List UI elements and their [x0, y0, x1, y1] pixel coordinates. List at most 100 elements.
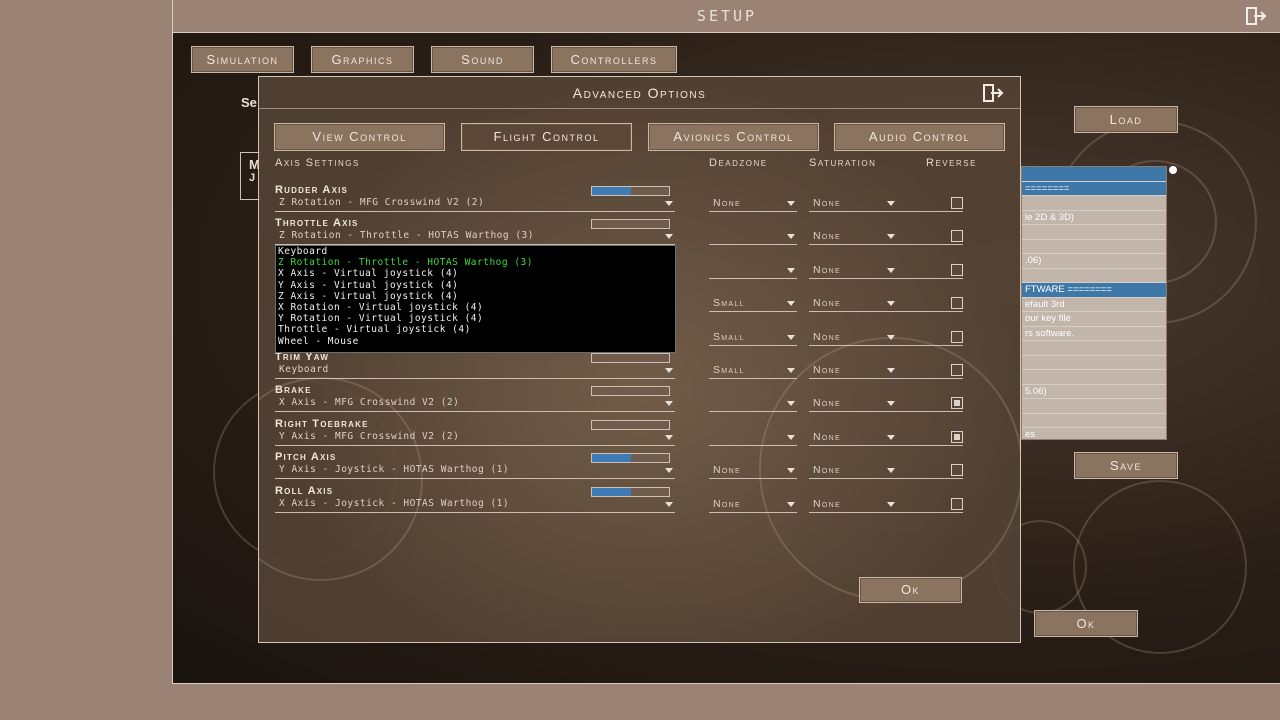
saturation-select[interactable]: None [809, 464, 897, 480]
load-button[interactable]: Load [1074, 106, 1178, 133]
exit-door-icon[interactable] [1245, 6, 1267, 26]
axis-binding-select[interactable]: X Axis - MFG Crosswind V2 (2) [275, 397, 675, 413]
reverse-checkbox[interactable] [951, 263, 963, 276]
tab-flight-control[interactable]: Flight Control [461, 123, 632, 151]
list-item[interactable] [1022, 269, 1166, 283]
list-item[interactable] [1022, 167, 1166, 182]
chevron-down-icon [887, 368, 895, 373]
dropdown-option[interactable]: X Axis - Virtual joystick (4) [276, 268, 675, 279]
exit-door-icon[interactable] [982, 83, 1004, 103]
divider [897, 211, 963, 212]
axis-position-bar [591, 486, 670, 497]
chevron-down-icon [665, 368, 673, 373]
axis-binding-value: Z Rotation - MFG Crosswind V2 (2) [279, 197, 485, 208]
deadzone-select[interactable] [709, 431, 797, 446]
reverse-checkbox[interactable] [951, 230, 963, 243]
deadzone-select[interactable]: None [709, 464, 797, 480]
tab-sound[interactable]: Sound [431, 46, 534, 73]
list-item[interactable]: ======== [1022, 181, 1166, 196]
list-item[interactable]: .06) [1022, 254, 1166, 269]
axis-binding-select[interactable]: Y Axis - Joystick - HOTAS Warthog (1) [275, 464, 675, 480]
chevron-down-icon [665, 201, 673, 206]
list-item[interactable] [1022, 225, 1166, 240]
dropdown-option[interactable]: Z Axis - Virtual joystick (4) [276, 291, 675, 302]
axis-binding-select[interactable]: Keyboard [275, 364, 675, 379]
saturation-select[interactable]: None [809, 264, 897, 279]
axis-binding-select[interactable]: X Axis - Joystick - HOTAS Warthog (1) [275, 498, 675, 513]
axis-binding-select[interactable]: Z Rotation - Throttle - HOTAS Warthog (3… [275, 230, 675, 246]
saturation-select[interactable]: None [809, 364, 897, 379]
deadzone-select[interactable] [709, 397, 797, 413]
axis-binding-select[interactable]: Z Rotation - MFG Crosswind V2 (2) [275, 197, 675, 212]
saturation-select[interactable]: None [809, 431, 897, 446]
list-item[interactable]: FTWARE ======== [1022, 283, 1166, 298]
deadzone-select[interactable] [709, 264, 797, 279]
dropdown-option[interactable]: X Rotation - Virtual joystick (4) [276, 302, 675, 313]
scrollbar-handle[interactable] [1169, 166, 1177, 174]
chevron-down-icon [787, 267, 795, 273]
deadzone-select[interactable]: Small [709, 331, 797, 346]
chevron-down-icon [887, 267, 895, 273]
list-item[interactable]: rs software. [1022, 327, 1166, 341]
reverse-checkbox[interactable] [951, 364, 963, 376]
saturation-select[interactable]: None [809, 197, 897, 212]
saturation-select[interactable]: None [809, 230, 897, 246]
list-item[interactable] [1022, 356, 1166, 370]
deadzone-value: Small [713, 330, 745, 343]
chevron-down-icon [665, 234, 673, 240]
tab-audio-control[interactable]: Audio Control [834, 123, 1005, 151]
tab-avionics-control[interactable]: Avionics Control [648, 123, 819, 151]
list-item[interactable] [1022, 399, 1166, 414]
axis-label: Right Toebrake [275, 417, 369, 430]
list-item[interactable]: efault 3rd [1022, 298, 1166, 312]
axis-binding-select[interactable]: Y Axis - MFG Crosswind V2 (2) [275, 431, 675, 446]
saturation-value: None [813, 197, 841, 209]
deadzone-select[interactable] [709, 230, 797, 246]
axis-binding-value: Y Axis - Joystick - HOTAS Warthog (1) [279, 464, 510, 476]
dropdown-option[interactable]: Throttle - Virtual joystick (4) [276, 324, 675, 335]
reverse-checkbox[interactable] [951, 430, 963, 443]
list-item[interactable]: le 2D & 3D) [1022, 211, 1166, 225]
tab-view-control[interactable]: View Control [274, 123, 445, 151]
dropdown-option[interactable]: Y Axis - Virtual joystick (4) [276, 280, 675, 291]
save-button[interactable]: Save [1074, 452, 1178, 479]
list-item[interactable] [1022, 240, 1166, 254]
deadzone-select[interactable]: None [709, 197, 797, 212]
list-item[interactable] [1022, 196, 1166, 211]
list-item[interactable] [1022, 414, 1166, 428]
tab-graphics[interactable]: Graphics [311, 46, 414, 73]
tab-controllers[interactable]: Controllers [551, 46, 677, 73]
dropdown-option[interactable]: Z Rotation - Throttle - HOTAS Warthog (3… [276, 257, 675, 268]
list-item[interactable] [1022, 370, 1166, 385]
deadzone-select[interactable]: Small [709, 297, 797, 313]
reverse-checkbox[interactable] [951, 297, 963, 310]
deadzone-select[interactable]: None [709, 498, 797, 513]
chevron-down-icon [887, 201, 895, 206]
list-item[interactable]: our key file [1022, 312, 1166, 327]
axis-binding-dropdown[interactable]: Keyboard Z Rotation - Throttle - HOTAS Wa… [275, 245, 676, 353]
dropdown-option[interactable]: Keyboard [276, 246, 675, 257]
dropdown-option[interactable]: Wheel - Mouse [276, 336, 675, 347]
setup-ok-button[interactable]: Ok [1034, 610, 1138, 637]
saturation-select[interactable]: None [809, 498, 897, 513]
config-list[interactable]: ======== le 2D & 3D) .06) FTWARE ======== ef… [1021, 166, 1167, 440]
deadzone-select[interactable]: Small [709, 364, 797, 379]
reverse-checkbox[interactable] [951, 497, 963, 510]
chevron-down-icon [787, 234, 795, 240]
saturation-select[interactable]: None [809, 331, 897, 346]
axis-binding-value: Z Rotation - Throttle - HOTAS Warthog (3… [279, 230, 534, 242]
reverse-checkbox[interactable] [951, 330, 963, 343]
reverse-checkbox[interactable] [951, 197, 963, 209]
list-item[interactable] [1022, 341, 1166, 356]
dropdown-option[interactable]: Y Rotation - Virtual joystick (4) [276, 313, 675, 324]
saturation-select[interactable]: None [809, 297, 897, 313]
list-item[interactable]: 5.06) [1022, 385, 1166, 399]
reverse-checkbox[interactable] [951, 464, 963, 477]
list-item[interactable]: es [1022, 428, 1166, 439]
saturation-value: None [813, 497, 841, 510]
reverse-checkbox[interactable] [951, 397, 963, 410]
dialog-ok-button[interactable]: Ok [859, 577, 962, 603]
header-deadzone: Deadzone [709, 157, 768, 169]
tab-simulation[interactable]: Simulation [191, 46, 294, 73]
saturation-select[interactable]: None [809, 397, 897, 413]
